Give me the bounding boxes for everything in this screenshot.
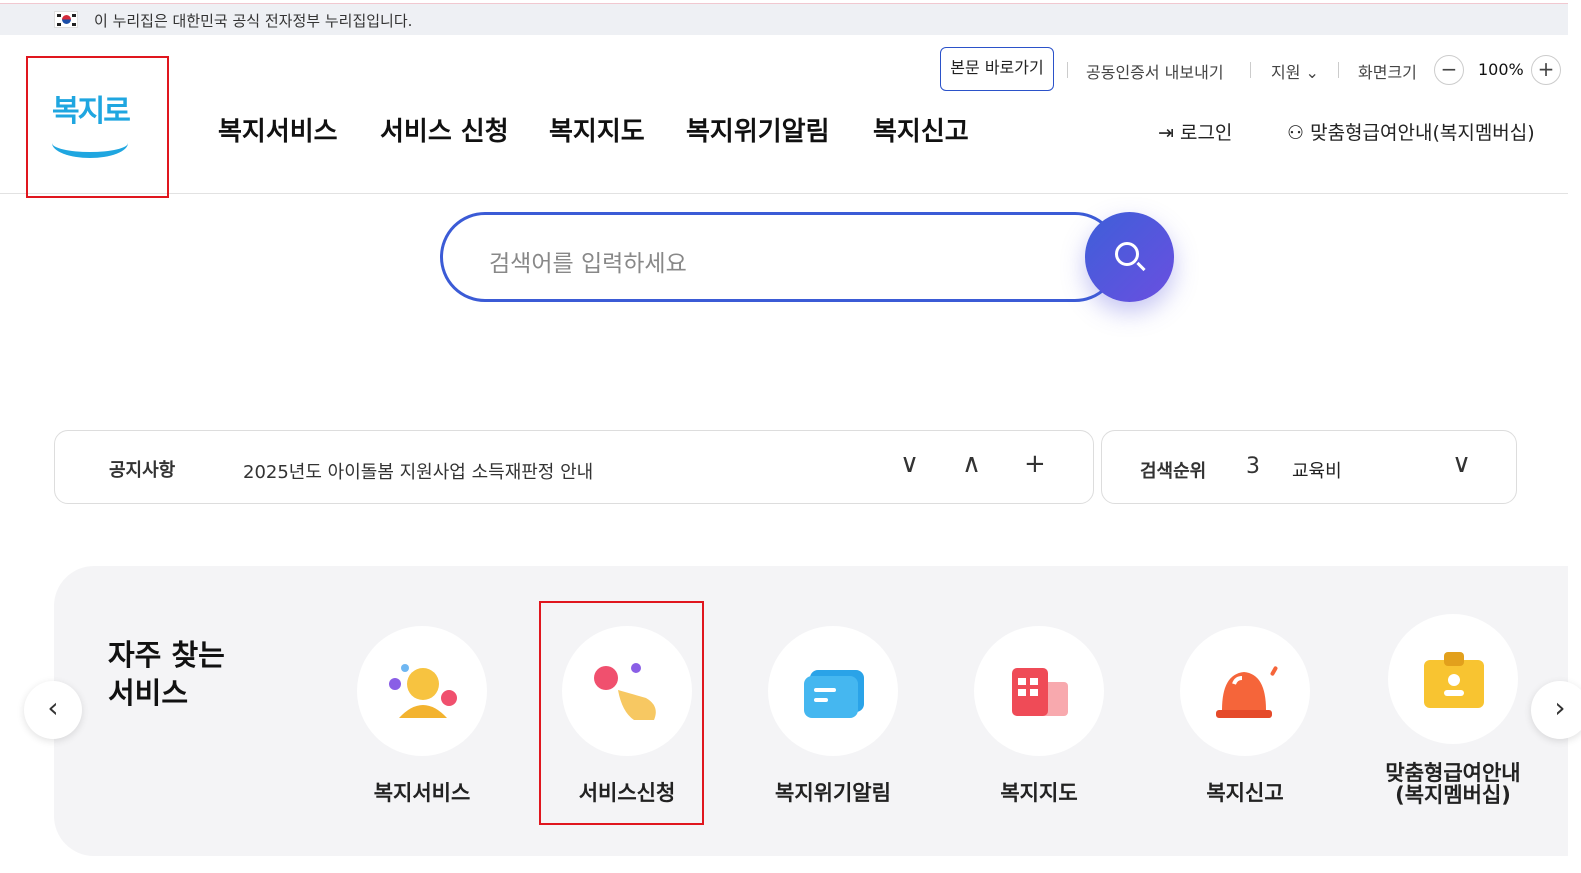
rank-number: 3 — [1246, 454, 1260, 479]
nav-service-apply[interactable]: 서비스 신청 — [380, 111, 509, 148]
siren-icon — [1180, 626, 1310, 756]
membership-label: 맞춤형급여안내(복지멤버십) — [1310, 122, 1535, 144]
rank-keyword-link[interactable]: 교육비 — [1292, 457, 1342, 483]
chevron-down-icon: ⌄ — [1305, 63, 1319, 82]
service-item-map[interactable]: 복지지도 — [939, 626, 1139, 804]
login-link[interactable]: ⇥ 로그인 — [1158, 118, 1232, 145]
notice-label: 공지사항 — [109, 460, 176, 481]
zoom-level: 100% — [1478, 60, 1524, 79]
support-label: 지원 — [1271, 63, 1301, 82]
divider — [1067, 62, 1068, 78]
service-label: 복지지도 — [1000, 781, 1078, 805]
user-add-icon: ⚇ — [1287, 122, 1305, 144]
service-label: 복지신고 — [1206, 781, 1284, 805]
notice-prev-button[interactable]: ∧ — [962, 449, 981, 479]
building-icon — [974, 626, 1104, 756]
gov-banner: 이 누리집은 대한민국 공식 전자정부 누리집입니다. — [0, 3, 1568, 35]
membership-link[interactable]: ⚇ 맞춤형급여안내(복지멤버십) — [1287, 118, 1535, 145]
zoom-out-button[interactable]: − — [1434, 55, 1464, 85]
service-label: 복지위기알림 — [775, 781, 891, 805]
message-icon — [768, 626, 898, 756]
site-header: 복지로 복지서비스 서비스 신청 복지지도 복지위기알림 복지신고 본문 바로가… — [0, 35, 1568, 198]
search-button[interactable] — [1085, 212, 1174, 302]
divider — [1338, 62, 1339, 78]
search-input[interactable]: 검색어를 입력하세요 — [440, 212, 1120, 302]
frequent-services: 자주 찾는 서비스 복지서비스 서비스신청 복지위기알림 복지지도 복지신고 맞… — [54, 566, 1568, 856]
carousel-next-button[interactable]: › — [1531, 681, 1581, 739]
search-bar: 검색어를 입력하세요 — [440, 212, 1174, 302]
service-item-welfare[interactable]: 복지서비스 — [322, 626, 522, 804]
nav-welfare-map[interactable]: 복지지도 — [549, 111, 645, 148]
nav-crisis-alert[interactable]: 복지위기알림 — [686, 111, 830, 148]
service-item-report[interactable]: 복지신고 — [1145, 626, 1345, 804]
people-icon — [357, 626, 487, 756]
id-badge-icon — [1388, 614, 1518, 744]
korea-flag-icon — [54, 11, 78, 28]
login-label: 로그인 — [1179, 122, 1233, 144]
service-item-membership[interactable]: 맞춤형급여안내(복지멤버십) — [1353, 614, 1553, 806]
search-rank-panel: 검색순위 3 교육비 ∨ — [1101, 430, 1517, 504]
rank-label: 검색순위 — [1140, 461, 1207, 482]
cert-export-link[interactable]: 공동인증서 내보내기 — [1086, 59, 1224, 83]
notice-panel: 공지사항 2025년도 아이돌봄 지원사업 소득재판정 안내 ∨ ∧ + — [54, 430, 1094, 504]
notice-next-button[interactable]: ∨ — [900, 449, 919, 479]
highlight-box — [539, 601, 704, 825]
search-icon — [1115, 242, 1139, 266]
divider — [1250, 62, 1251, 78]
gov-banner-text: 이 누리집은 대한민국 공식 전자정부 누리집입니다. — [94, 12, 413, 30]
skip-to-content-button[interactable]: 본문 바로가기 — [940, 47, 1054, 91]
service-label: 복지서비스 — [373, 781, 471, 805]
service-item-crisis-alert[interactable]: 복지위기알림 — [733, 626, 933, 804]
login-icon: ⇥ — [1158, 122, 1174, 144]
carousel-prev-button[interactable]: ‹ — [24, 681, 82, 739]
service-label: 맞춤형급여안내(복지멤버십) — [1385, 761, 1521, 807]
screen-size-label: 화면크기 — [1358, 63, 1417, 82]
search-placeholder: 검색어를 입력하세요 — [489, 251, 687, 277]
nav-welfare-report[interactable]: 복지신고 — [873, 111, 969, 148]
frequent-title: 자주 찾는 서비스 — [108, 638, 225, 710]
logo-smile-icon — [52, 128, 128, 158]
logo-text: 복지로 — [52, 94, 131, 129]
nav-welfare-service[interactable]: 복지서비스 — [218, 111, 338, 148]
notice-more-button[interactable]: + — [1024, 449, 1046, 479]
site-logo[interactable]: 복지로 — [26, 56, 169, 198]
zoom-in-button[interactable]: + — [1531, 55, 1561, 85]
rank-expand-button[interactable]: ∨ — [1452, 449, 1471, 479]
notice-message-link[interactable]: 2025년도 아이돌봄 지원사업 소득재판정 안내 — [243, 458, 593, 484]
support-menu[interactable]: 지원 ⌄ — [1271, 59, 1319, 83]
